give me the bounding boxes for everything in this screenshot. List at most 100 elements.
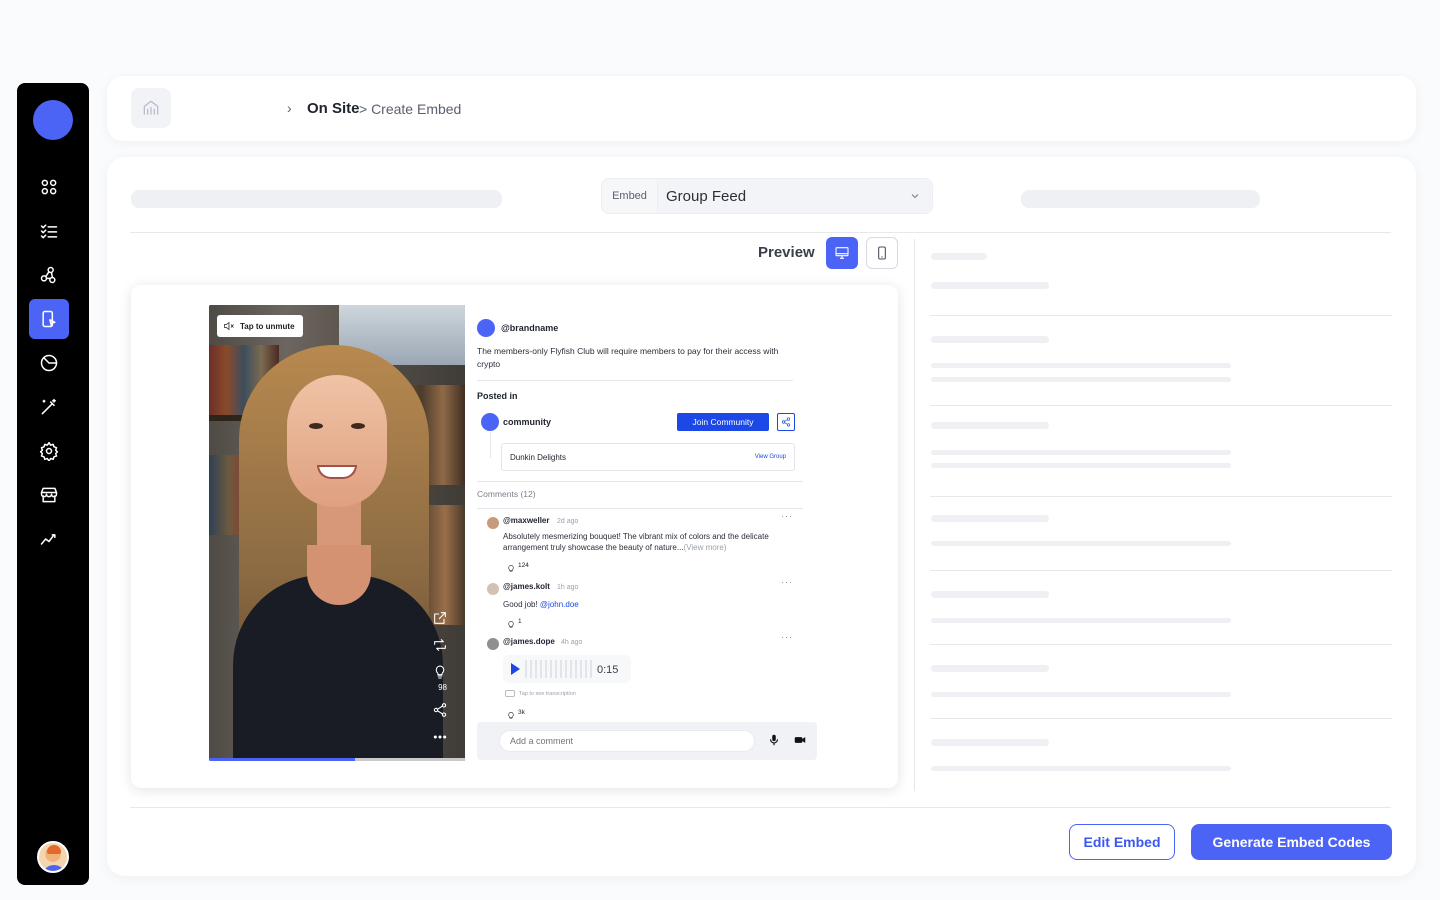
onsite-embed-icon[interactable] xyxy=(29,299,69,339)
audio-waveform xyxy=(525,660,595,678)
share-icon[interactable] xyxy=(431,701,449,719)
skeleton-placeholder xyxy=(931,665,1049,672)
tap-to-unmute-button[interactable]: Tap to unmute xyxy=(217,315,303,337)
comment-more-icon[interactable]: ··· xyxy=(781,577,793,587)
transcript-icon[interactable] xyxy=(505,690,515,697)
skeleton-placeholder xyxy=(931,692,1231,697)
divider xyxy=(477,481,803,482)
embed-preview-card: Tap to unmute 98 @brandname The members-… xyxy=(131,285,898,788)
posted-in-label: Posted in xyxy=(477,391,518,401)
play-icon[interactable] xyxy=(511,663,520,675)
post-handle[interactable]: @brandname xyxy=(501,323,558,333)
comment-like-icon[interactable] xyxy=(506,708,516,719)
comment-time: 1h ago xyxy=(557,584,579,591)
chevron-down-icon xyxy=(911,194,919,199)
repost-icon[interactable] xyxy=(431,636,449,654)
post-text: The members-only Flyfish Club will requi… xyxy=(477,346,779,369)
join-community-button[interactable]: Join Community xyxy=(677,413,769,431)
external-link-icon[interactable] xyxy=(431,609,449,627)
analytics-pie-icon[interactable] xyxy=(29,343,69,383)
group-card[interactable]: Dunkin Delights View Group xyxy=(501,443,795,471)
mobile-icon xyxy=(878,246,886,260)
video-player[interactable]: Tap to unmute 98 xyxy=(209,305,465,761)
commenter-avatar xyxy=(487,583,499,595)
store-icon[interactable] xyxy=(29,475,69,515)
skeleton-placeholder xyxy=(931,422,1049,429)
comment-like-count: 1 xyxy=(518,618,522,625)
skeleton-placeholder xyxy=(931,377,1231,382)
user-avatar[interactable] xyxy=(37,841,69,873)
unmute-label: Tap to unmute xyxy=(240,321,295,331)
checklist-icon[interactable] xyxy=(29,211,69,251)
microphone-icon[interactable] xyxy=(767,733,781,749)
lightbulb-like-icon[interactable] xyxy=(431,663,449,681)
comment-time: 4h ago xyxy=(561,639,583,646)
skeleton-placeholder xyxy=(931,766,1231,771)
settings-gear-icon[interactable] xyxy=(29,431,69,471)
magic-wand-icon[interactable] xyxy=(29,387,69,427)
divider xyxy=(930,718,1392,719)
divider xyxy=(930,315,1392,316)
comment-text: Good job! @john.doe xyxy=(503,600,579,609)
comment-handle[interactable]: @james.dope xyxy=(503,637,555,646)
divider xyxy=(930,570,1392,571)
skeleton-placeholder xyxy=(931,363,1231,368)
audio-duration: 0:15 xyxy=(597,664,619,676)
comment-input[interactable] xyxy=(499,730,755,752)
community-avatar xyxy=(481,413,499,431)
more-options-icon[interactable] xyxy=(431,728,449,746)
main-panel: Embed Group Feed Preview Tap to unmute 9… xyxy=(107,157,1416,876)
view-group-link[interactable]: View Group xyxy=(755,454,786,460)
community-share-button[interactable] xyxy=(777,413,795,431)
vertical-divider xyxy=(914,239,915,791)
community-name[interactable]: community xyxy=(503,417,551,427)
skeleton-placeholder xyxy=(931,515,1049,522)
comment-like-icon[interactable] xyxy=(506,561,516,572)
brand-logo[interactable] xyxy=(33,100,73,140)
transcription-hint[interactable]: Tap to see transcription xyxy=(519,691,576,697)
desktop-view-button[interactable] xyxy=(826,237,858,269)
skeleton-placeholder xyxy=(931,253,987,260)
video-progress-bar[interactable] xyxy=(209,758,465,761)
comment-handle[interactable]: @james.kolt xyxy=(503,582,550,591)
video-progress-fill xyxy=(209,758,355,761)
skeleton-placeholder xyxy=(131,190,502,208)
comment-more-icon[interactable]: ··· xyxy=(781,511,793,521)
tree-connector xyxy=(490,432,491,458)
sidebar xyxy=(17,83,89,885)
mobile-view-button[interactable] xyxy=(866,237,898,269)
breadcrumb-separator: › xyxy=(287,100,292,116)
mute-icon xyxy=(224,321,234,331)
breadcrumb-create-embed: > Create Embed xyxy=(359,101,462,117)
skeleton-placeholder xyxy=(931,450,1231,455)
comment-composer xyxy=(477,722,817,760)
comment-time: 2d ago xyxy=(557,518,579,525)
group-name: Dunkin Delights xyxy=(510,453,567,462)
trend-chart-icon[interactable] xyxy=(29,519,69,559)
comments-count: Comments (12) xyxy=(477,489,536,499)
breadcrumb-on-site[interactable]: On Site xyxy=(307,100,360,117)
network-icon[interactable] xyxy=(29,255,69,295)
comment-like-icon[interactable] xyxy=(506,617,516,628)
edit-embed-button[interactable]: Edit Embed xyxy=(1069,824,1175,860)
skeleton-placeholder xyxy=(931,591,1049,598)
audio-comment-player[interactable]: 0:15 xyxy=(503,655,631,683)
share-icon xyxy=(781,417,791,427)
dashboard-icon[interactable] xyxy=(29,167,69,207)
skeleton-placeholder xyxy=(931,739,1049,746)
skeleton-placeholder xyxy=(931,463,1231,468)
preview-label: Preview xyxy=(758,244,815,261)
generate-embed-codes-button[interactable]: Generate Embed Codes xyxy=(1191,824,1392,860)
divider xyxy=(930,405,1392,406)
video-camera-icon[interactable] xyxy=(793,733,809,749)
divider xyxy=(130,232,1391,233)
home-icon[interactable] xyxy=(131,88,171,128)
divider xyxy=(930,496,1392,497)
brand-avatar xyxy=(477,319,495,337)
comment-more-icon[interactable]: ··· xyxy=(781,632,793,642)
divider xyxy=(930,644,1392,645)
embed-type-select[interactable]: Embed Group Feed xyxy=(601,178,933,214)
comment-handle[interactable]: @maxweller xyxy=(503,516,550,525)
comment-text: Absolutely mesmerizing bouquet! The vibr… xyxy=(503,532,769,552)
embed-value[interactable]: Group Feed xyxy=(658,179,932,213)
